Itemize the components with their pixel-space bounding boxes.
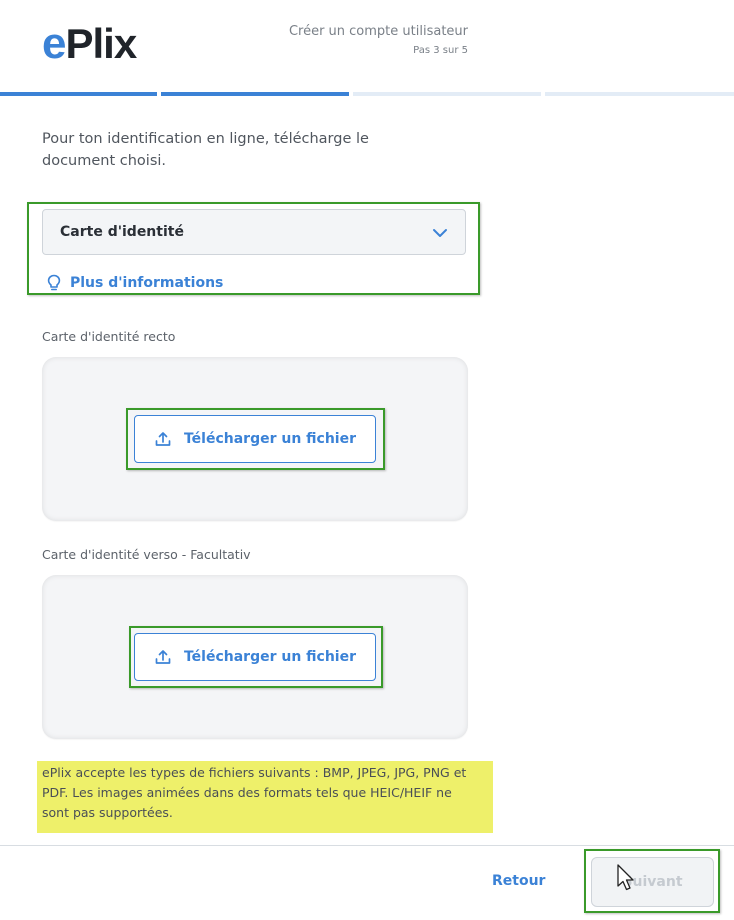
intro-text: Pour ton identification en ligne, téléch… — [42, 131, 369, 169]
lightbulb-icon — [47, 274, 61, 291]
file-types-note: ePlix accepte les types de fichiers suiv… — [42, 765, 467, 820]
back-side-label: Carte d'identité verso - Facultativ — [42, 547, 251, 562]
header: e Plix Créer un compte utilisateur Pas 3 … — [0, 0, 734, 92]
progress-segment-2 — [161, 92, 349, 96]
upload-back-button[interactable]: Télécharger un fichier — [134, 633, 376, 681]
back-button[interactable]: Retour — [492, 873, 545, 889]
progress-segment-4 — [545, 92, 734, 96]
logo-e: e — [42, 19, 67, 68]
step-indicator: Pas 3 sur 5 — [413, 45, 468, 56]
eplix-logo: e Plix — [42, 19, 137, 68]
mouse-cursor-icon — [617, 864, 634, 891]
upload-front-label: Télécharger un fichier — [183, 431, 357, 447]
next-button[interactable]: Suivant — [591, 857, 714, 907]
more-info-label: Plus d'informations — [70, 275, 224, 291]
front-side-label: Carte d'identité recto — [42, 329, 176, 344]
upload-icon — [155, 432, 171, 446]
more-info-link[interactable]: Plus d'informations — [46, 274, 223, 292]
upload-icon — [155, 650, 171, 664]
document-type-select[interactable]: Carte d'identité — [42, 209, 466, 255]
logo-text: Plix — [65, 20, 137, 67]
progress-segment-1 — [0, 92, 157, 96]
progress-bar — [0, 92, 734, 98]
footer-divider — [0, 845, 734, 846]
upload-back-label: Télécharger un fichier — [183, 649, 357, 665]
chevron-down-icon — [433, 229, 447, 237]
upload-front-button[interactable]: Télécharger un fichier — [134, 415, 376, 463]
page-title: Créer un compte utilisateur — [288, 24, 468, 39]
document-type-value: Carte d'identité — [60, 224, 184, 240]
progress-segment-3 — [353, 92, 541, 96]
